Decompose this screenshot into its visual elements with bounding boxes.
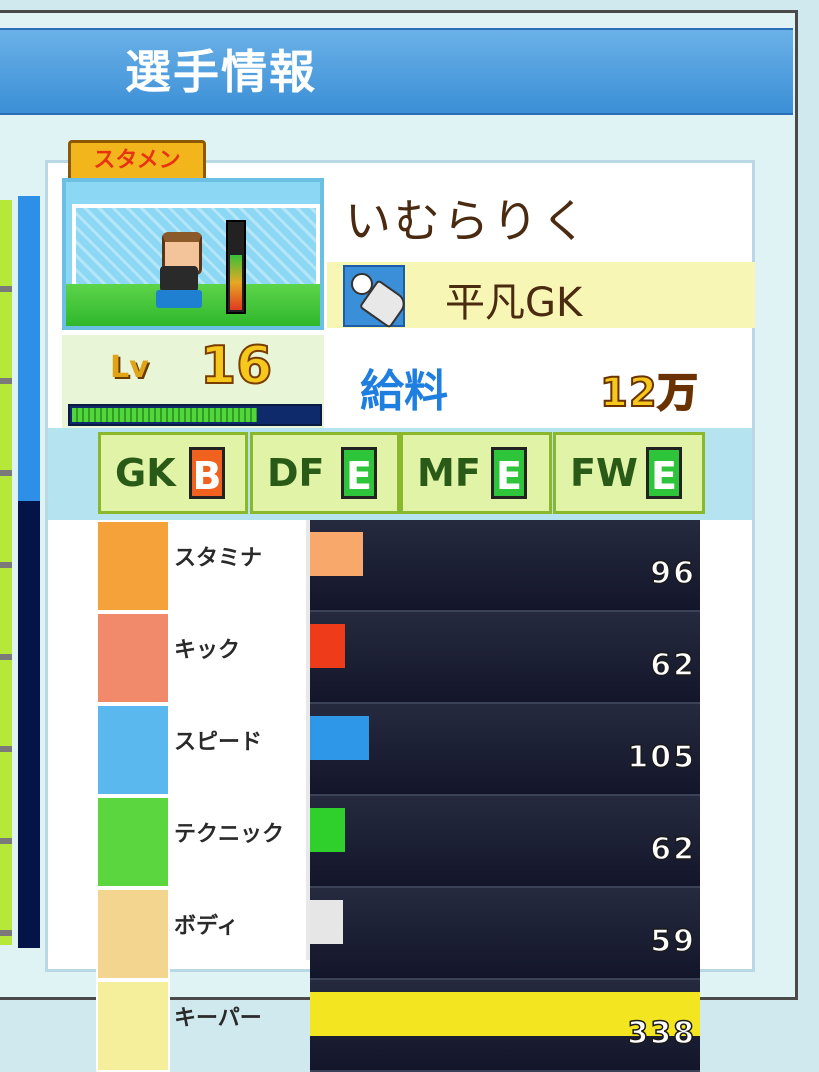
stat-value: 338 xyxy=(627,1015,696,1052)
stat-row: キーパー 338 xyxy=(96,980,706,1072)
aptitude-mf: MF E xyxy=(400,432,552,514)
stat-bar-fill xyxy=(310,808,345,852)
stat-bar-track: 105 xyxy=(310,704,700,796)
salary-label: 給料 xyxy=(360,366,448,417)
aptitude-position: FW xyxy=(570,451,638,495)
stat-bar-fill xyxy=(310,716,369,760)
starter-badge: スタメン xyxy=(68,140,206,182)
stat-row: ボディ 59 xyxy=(96,888,706,980)
player-sprite-icon xyxy=(156,232,202,312)
aptitude-grade: B xyxy=(189,447,225,499)
stat-value: 62 xyxy=(650,831,696,868)
title-bar: 選手情報 xyxy=(0,28,793,115)
stat-row: スピード 105 xyxy=(96,704,706,796)
experience-bar xyxy=(68,404,322,426)
battery-icon xyxy=(96,520,170,612)
stat-bar-fill xyxy=(310,532,363,576)
scrollbar-thumb[interactable] xyxy=(18,196,40,501)
level-label: Lv xyxy=(110,350,149,385)
position-label: 平凡GK xyxy=(445,280,583,326)
aptitude-grade: E xyxy=(341,447,377,499)
stat-value: 59 xyxy=(650,923,696,960)
page-title: 選手情報 xyxy=(125,45,317,99)
level-value: 16 xyxy=(199,335,273,397)
stat-name: スピード xyxy=(174,730,263,755)
stat-name: キーパー xyxy=(174,1006,262,1031)
muscle-icon xyxy=(96,888,170,980)
stat-name: スタミナ xyxy=(174,546,263,571)
aptitude-gk: GK B xyxy=(98,432,248,514)
aptitude-position: MF xyxy=(417,451,481,495)
aptitude-fw: FW E xyxy=(553,432,705,514)
stat-bar-track: 338 xyxy=(310,980,700,1072)
player-name: いむらりく xyxy=(345,194,590,248)
stat-bar-track: 62 xyxy=(310,612,700,704)
player-portrait[interactable] xyxy=(62,178,324,330)
stat-bar-track: 59 xyxy=(310,888,700,980)
stat-name: キック xyxy=(174,638,241,663)
stat-value: 105 xyxy=(627,739,696,776)
stat-name: テクニック xyxy=(174,822,285,847)
aptitude-position: GK xyxy=(115,451,176,495)
running-icon xyxy=(96,704,170,796)
condition-gauge xyxy=(226,220,246,314)
experience-bar-fill xyxy=(72,408,257,422)
kick-icon xyxy=(96,612,170,704)
stat-value: 96 xyxy=(650,555,696,592)
dribble-icon xyxy=(96,796,170,888)
stat-row: テクニック 62 xyxy=(96,796,706,888)
player-list-edge[interactable] xyxy=(0,200,12,945)
goalkeeper-glove-icon xyxy=(343,265,410,329)
stat-row: キック 62 xyxy=(96,612,706,704)
aptitude-position: DF xyxy=(267,451,325,495)
aptitude-df: DF E xyxy=(250,432,400,514)
stat-name: ボディ xyxy=(174,914,239,939)
stat-bar-fill xyxy=(310,624,345,668)
salary-value: 12万 xyxy=(599,369,699,417)
stat-row: スタミナ 96 xyxy=(96,520,706,612)
aptitude-grade: E xyxy=(491,447,527,499)
stat-bar-track: 96 xyxy=(310,520,700,612)
stat-value: 62 xyxy=(650,647,696,684)
goalkeeper-glove-icon xyxy=(96,980,170,1072)
aptitude-grade: E xyxy=(646,447,682,499)
stat-bar-fill xyxy=(310,900,343,944)
stat-bar-track: 62 xyxy=(310,796,700,888)
